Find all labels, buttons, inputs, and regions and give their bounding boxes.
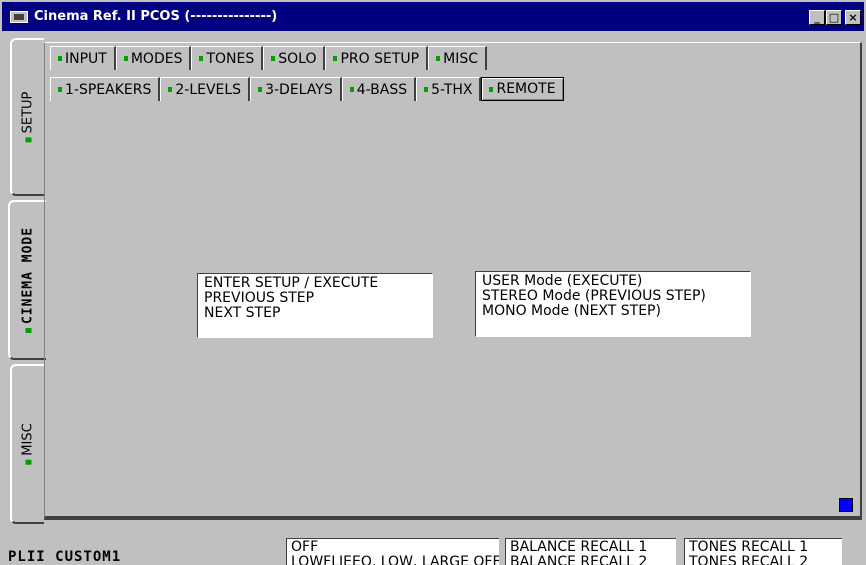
tab-thx[interactable]: 5-THX	[416, 77, 482, 101]
title-bar[interactable]: Cinema Ref. II PCOS (---------------) _ …	[2, 2, 864, 31]
indicator-dot-icon	[58, 87, 62, 92]
tab-input[interactable]: INPUT	[50, 46, 116, 70]
sub-tab-bar: 1-SPEAKERS 2-LEVELS 3-DELAYS 4-BASS 5-TH…	[50, 77, 564, 101]
list-item[interactable]: USER Mode (EXECUTE)	[482, 274, 744, 289]
indicator-dot-icon	[349, 87, 354, 92]
indicator-dot-icon	[424, 87, 429, 92]
minimize-button[interactable]: _	[809, 10, 825, 25]
indicator-dot-icon	[123, 56, 128, 61]
window-title: Cinema Ref. II PCOS (---------------)	[34, 9, 278, 24]
tab-misc[interactable]: MISC	[428, 46, 487, 70]
indicator-dot-icon	[199, 56, 204, 61]
top-tab-bar: INPUT MODES TONES SOLO PRO SETUP MISC	[50, 46, 487, 70]
side-tab-setup-label: SETUP	[20, 91, 36, 134]
indicator-dot-icon	[489, 86, 494, 92]
side-tab-misc-label: MISC	[20, 423, 36, 456]
side-tab-misc[interactable]: MISC	[10, 364, 44, 524]
mode-settings-box: OFF LOWFLIEEO, LOW, LARGE OFF	[286, 538, 499, 565]
indicator-dot-icon	[258, 87, 263, 92]
indicator-dot-icon	[271, 56, 276, 61]
close-button[interactable]: ×	[845, 10, 861, 25]
tones-recall-box: TONES RECALL 1 TONES RECALL 2	[684, 538, 842, 565]
status-indicator	[839, 498, 853, 512]
tab-speakers[interactable]: 1-SPEAKERS	[50, 77, 161, 101]
list-item[interactable]: MONO Mode (NEXT STEP)	[482, 304, 744, 319]
indicator-dot-icon	[436, 56, 441, 61]
indicator-dot-icon	[168, 87, 173, 92]
tab-modes[interactable]: MODES	[115, 46, 192, 70]
indicator-dot-icon	[25, 137, 31, 143]
maximize-button[interactable]: □	[826, 10, 842, 25]
main-window: Cinema Ref. II PCOS (---------------) _ …	[0, 0, 866, 565]
remote-modes-listbox[interactable]: USER Mode (EXECUTE) STEREO Mode (PREVIOU…	[475, 271, 751, 337]
side-tab-setup[interactable]: SETUP	[10, 38, 44, 196]
list-item[interactable]: STEREO Mode (PREVIOUS STEP)	[482, 289, 744, 304]
tab-solo[interactable]: SOLO	[263, 46, 326, 70]
tab-pro-setup[interactable]: PRO SETUP	[325, 46, 429, 70]
remote-keys-listbox[interactable]: ENTER SETUP / EXECUTE PREVIOUS STEP NEXT…	[197, 273, 433, 338]
list-item[interactable]: PREVIOUS STEP	[204, 291, 426, 306]
indicator-dot-icon	[25, 328, 31, 334]
list-item[interactable]: ENTER SETUP / EXECUTE	[204, 276, 426, 291]
indicator-dot-icon	[25, 459, 31, 465]
tab-tones[interactable]: TONES	[191, 46, 264, 70]
tab-bass[interactable]: 4-BASS	[341, 77, 417, 101]
tab-remote[interactable]: REMOTE	[481, 77, 564, 101]
current-mode-label: PLII CUSTOM1	[8, 549, 122, 565]
tab-delays[interactable]: 3-DELAYS	[250, 77, 342, 101]
indicator-dot-icon	[333, 56, 338, 61]
app-icon[interactable]	[10, 10, 28, 23]
list-item[interactable]: NEXT STEP	[204, 306, 426, 321]
balance-recall-box: BALANCE RECALL 1 BALANCE RECALL 2	[505, 538, 676, 565]
indicator-dot-icon	[58, 56, 62, 61]
side-tab-cinema-mode[interactable]: CINEMA MODE	[8, 200, 46, 360]
side-tab-cinema-mode-label: CINEMA MODE	[20, 226, 36, 325]
tab-levels[interactable]: 2-LEVELS	[160, 77, 251, 101]
